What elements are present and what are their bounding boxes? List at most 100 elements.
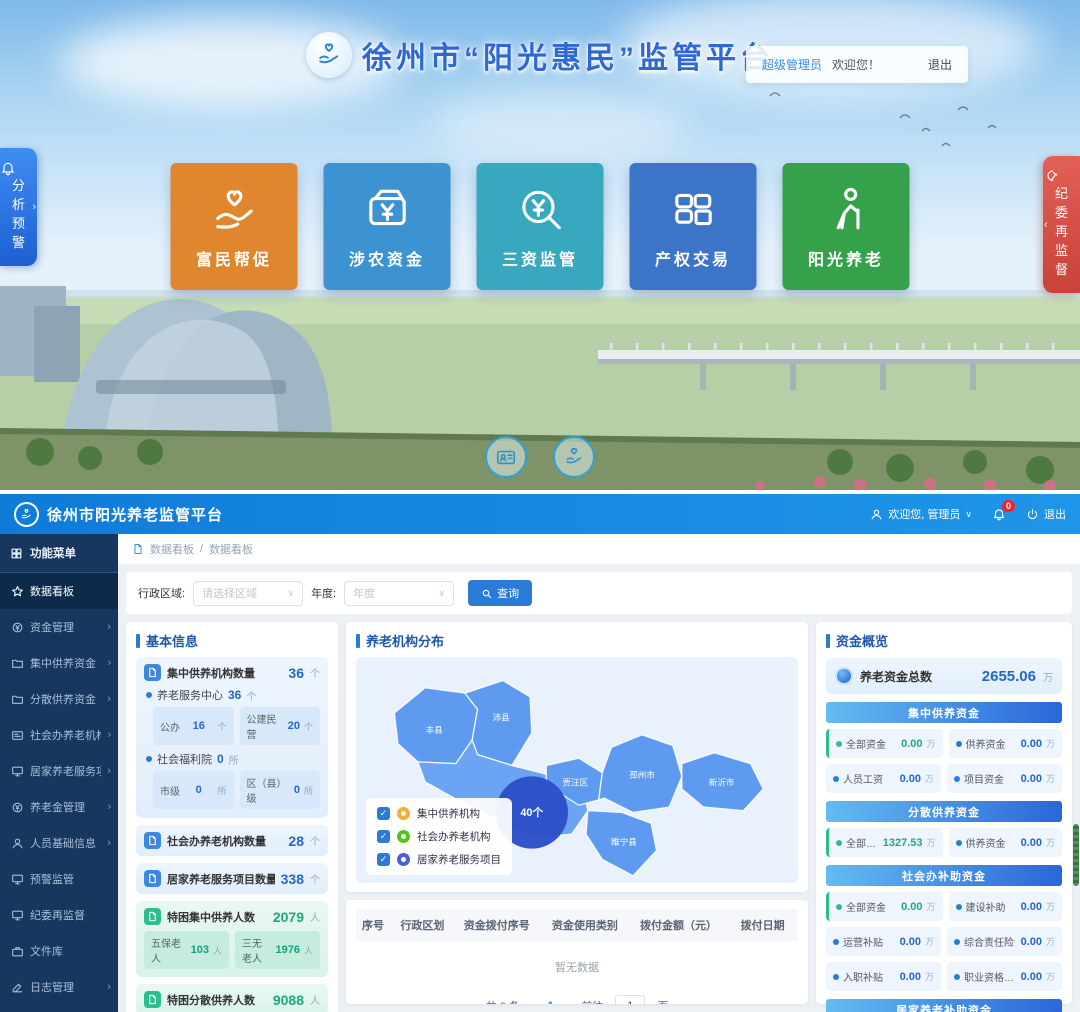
year-select[interactable]: 年度 ∨	[344, 581, 454, 606]
fund-stat-label: 供养资金	[966, 736, 1017, 751]
search-icon	[481, 588, 492, 599]
card-label: 集中供养机构数量	[167, 665, 282, 681]
table-header-行政区划: 行政区划	[394, 909, 457, 941]
user-menu[interactable]: 欢迎您, 管理员 ∨	[870, 506, 972, 522]
filter-bar: 行政区域: 请选择区域 ∨ 年度: 年度 ∨ 查询	[126, 572, 1072, 614]
folder-icon	[11, 657, 24, 670]
page-input[interactable]	[615, 995, 645, 1004]
sidebar-item-资金管理[interactable]: 资金管理›	[0, 609, 118, 645]
basic-info-card-特困分散供养人数: 特困分散供养人数9088人	[136, 984, 328, 1012]
prev-page-button[interactable]: ‹	[532, 1000, 536, 1005]
chevron-down-icon: ∨	[439, 588, 446, 599]
notification-bell-button[interactable]: 0	[992, 507, 1006, 521]
discipline-supervision-tab[interactable]: 纪委再监督 ‹	[1043, 156, 1080, 293]
chip-label: 五保老人	[151, 935, 187, 965]
stat-dot	[833, 939, 839, 945]
stat-dot	[956, 840, 962, 846]
map-bubble-count: 40个	[520, 805, 543, 819]
stat-dot	[836, 741, 842, 747]
tile-label: 富民帮促	[196, 246, 272, 270]
tile-富民帮促[interactable]: 富民帮促	[171, 163, 298, 290]
chip-unit: 个	[304, 720, 313, 733]
fund-stat-项目资金: 项目资金0.00万	[947, 764, 1062, 793]
analysis-warning-tab[interactable]: 分析预警 ›	[0, 148, 37, 266]
sidebar-item-预警监管[interactable]: 预警监管	[0, 861, 118, 897]
idcard-circle-button[interactable]	[485, 436, 527, 478]
sidebar-item-日志管理[interactable]: 日志管理›	[0, 969, 118, 1005]
logout-label: 退出	[1044, 506, 1066, 522]
region-select-placeholder: 请选择区域	[202, 585, 257, 601]
logout-button[interactable]: 退出	[1026, 506, 1066, 522]
sidebar-item-分散供养资金[interactable]: 分散供养资金›	[0, 681, 118, 717]
sidebar-item-文件库[interactable]: 文件库	[0, 933, 118, 969]
sidebar-item-养老金管理[interactable]: 养老金管理›	[0, 789, 118, 825]
table-header-序号: 序号	[356, 909, 394, 941]
map-layer-checkbox-居家养老服务项目[interactable]: ✓居家养老服务项目	[377, 852, 501, 867]
notification-badge: 0	[1002, 500, 1015, 512]
breadcrumb-current: 数据看板	[209, 541, 253, 557]
page-number[interactable]: 1	[548, 1000, 554, 1005]
basic-info-card-社会办养老机构数量: 社会办养老机构数量28个	[136, 825, 328, 856]
fund-stat-unit: 万	[925, 772, 934, 785]
map-region-label-新沂市: 新沂市	[709, 776, 735, 787]
chip-value: 0	[294, 784, 300, 796]
tab-label-char: 委	[1043, 203, 1080, 222]
fund-stat-运营补贴: 运营补贴0.00万	[826, 927, 941, 956]
walletYuan-icon	[362, 184, 412, 234]
sidebar-item-label: 居家养老服务项目	[30, 763, 101, 779]
breadcrumb-root[interactable]: 数据看板	[150, 541, 194, 557]
sidebar-item-居家养老服务项目[interactable]: 居家养老服务项目›	[0, 753, 118, 789]
goto-label: 前往	[581, 998, 603, 1005]
bullet-unit: 个	[246, 688, 256, 703]
tile-label: 三资监管	[502, 246, 578, 270]
fund-stat-value: 0.00	[900, 773, 921, 785]
next-page-button[interactable]: ›	[566, 1000, 570, 1005]
chevron-left-icon: ‹	[1044, 219, 1048, 231]
stat-chip: 五保老人103人	[144, 931, 229, 969]
care-circle-button[interactable]	[553, 436, 595, 478]
tab-label-char: 再	[1043, 222, 1080, 241]
stat-chip: 公办 16 个	[153, 707, 234, 745]
sidebar-item-label: 社会办养老机构	[30, 727, 101, 743]
region-select[interactable]: 请选择区域 ∨	[193, 581, 303, 606]
monitor-icon	[11, 873, 24, 886]
fund-stat-unit: 万	[1046, 970, 1055, 983]
sidebar-item-人员基础信息[interactable]: 人员基础信息›	[0, 825, 118, 861]
search-button[interactable]: 查询	[468, 580, 532, 606]
funds-overview-title: 资金概览	[836, 631, 888, 650]
sidebar-menu-header[interactable]: 功能菜单	[0, 534, 118, 573]
card-value: 338	[281, 871, 304, 887]
fund-row: 全部资金0.00万建设补助0.00万	[826, 892, 1062, 921]
dashboard-logo-icon	[14, 502, 39, 527]
bullet-unit: 所	[229, 752, 239, 767]
tile-三资监管[interactable]: 三资监管	[477, 163, 604, 290]
fund-section-header-居家养老补助资金: 居家养老补助资金	[826, 999, 1062, 1012]
title-bar	[356, 634, 360, 648]
chevron-right-icon: ›	[107, 657, 111, 669]
chip-unit: 个	[217, 720, 226, 733]
tile-阳光养老[interactable]: 阳光养老	[783, 163, 910, 290]
hero-logout-button[interactable]: 退出	[928, 56, 952, 73]
sidebar-item-集中供养资金[interactable]: 集中供养资金›	[0, 645, 118, 681]
sidebar-item-数据看板[interactable]: 数据看板	[0, 573, 118, 609]
edit-icon	[11, 981, 24, 994]
fund-stat-unit: 万	[1046, 836, 1055, 849]
fund-section-header-社会办补助资金: 社会办补助资金	[826, 865, 1062, 886]
map-layer-checkbox-社会办养老机构[interactable]: ✓社会办养老机构	[377, 829, 501, 844]
tab-label-char: 纪	[1043, 184, 1080, 203]
sidebar-item-社会办养老机构[interactable]: 社会办养老机构›	[0, 717, 118, 753]
main-content: 数据看板 / 数据看板 行政区域: 请选择区域 ∨ 年度: 年度 ∨ 查询	[118, 534, 1080, 1012]
fund-stat-unit: 万	[925, 935, 934, 948]
xuzhou-district-map[interactable]: 丰县沛县贾汪区邳州市新沂市睢宁县 40个 ✓集中供养机构✓社会办养老机构✓居家养…	[356, 657, 798, 883]
fund-section-header-集中供养资金: 集中供养资金	[826, 702, 1062, 723]
sidebar-item-系统管理[interactable]: 系统管理›	[0, 1005, 118, 1012]
sidebar-item-label: 分散供养资金	[30, 691, 101, 707]
admin-role-label: 超级管理员	[762, 56, 822, 73]
sidebar-item-纪委再监督[interactable]: 纪委再监督	[0, 897, 118, 933]
scrollbar-thumb[interactable]	[1073, 824, 1079, 886]
tile-产权交易[interactable]: 产权交易	[630, 163, 757, 290]
stat-dot	[954, 939, 960, 945]
map-layer-checkbox-集中供养机构[interactable]: ✓集中供养机构	[377, 806, 501, 821]
tile-涉农资金[interactable]: 涉农资金	[324, 163, 451, 290]
sidebar-item-label: 人员基础信息	[30, 835, 101, 851]
